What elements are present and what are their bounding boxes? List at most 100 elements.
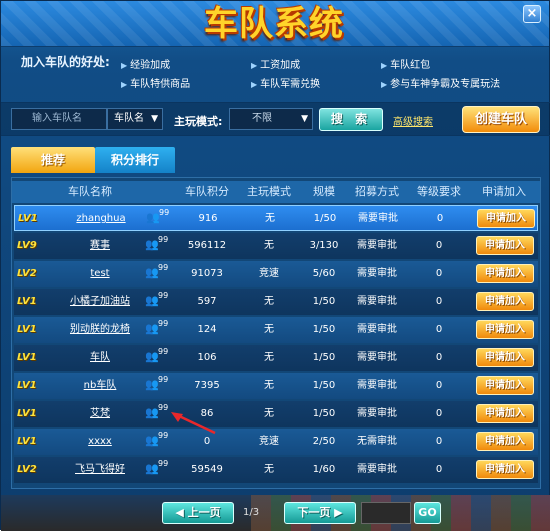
table-row[interactable]: LV1 车队 👥 99 106 无 1/50 需要审批 0 申请加入 [14,345,538,371]
team-name-link[interactable]: 小橘子加油站 [50,289,150,315]
table-row[interactable]: LV1 别动朕的龙椅 👥 99 124 无 1/50 需要审批 0 申请加入 [14,317,538,343]
chevron-right-icon: ▶ [330,506,343,519]
apply-join-button[interactable]: 申请加入 [476,404,534,423]
prev-page-button[interactable]: ◀ 上一页 [162,502,234,524]
bullet-icon: ▶ [121,61,128,70]
team-name-link[interactable]: 飞马飞得好 [50,457,150,483]
table-row[interactable]: LV2 test 👥 99 91073 竞速 5/60 需要审批 0 申请加入 [14,261,538,287]
team-mode: 无 [264,324,274,335]
team-name-link[interactable]: 别动朕的龙椅 [50,317,150,343]
team-recruit: 需要审批 [357,240,397,251]
level-badge: LV1 [17,352,37,363]
table-row[interactable]: LV9 赛事 👥 99 596112 无 3/130 需要审批 0 申请加入 [14,233,538,259]
table-row[interactable]: LV1 小橘子加油站 👥 99 597 无 1/50 需要审批 0 申请加入 [14,289,538,315]
team-recruit: 需要审批 [357,408,397,419]
bullet-icon: ▶ [381,61,388,70]
team-recruit: 需要审批 [357,296,397,307]
members-icon: 👥 [145,406,159,419]
apply-join-button[interactable]: 申请加入 [477,209,535,228]
table-row[interactable]: LV1 zhanghua 👥 99 916 无 1/50 需要审批 0 申请加入 [14,205,538,231]
table-row[interactable]: LV1 xxxx 👥 99 0 竞速 2/50 无需审批 0 申请加入 [14,429,538,455]
level-badge: LV1 [17,436,37,447]
bullet-icon: ▶ [121,80,128,89]
team-level-req: 0 [435,464,443,475]
apply-join-button[interactable]: 申请加入 [476,432,534,451]
team-name-link[interactable]: 车队 [50,345,150,371]
level-badge: LV1 [17,408,37,419]
team-recruit: 需要审批 [357,268,397,279]
level-badge: LV9 [17,240,37,251]
team-score: 124 [197,324,217,335]
header-scale: 规模 [313,185,335,198]
apply-join-button[interactable]: 申请加入 [476,292,534,311]
team-score: 596112 [187,240,227,251]
member-badge: 99 [158,431,169,440]
team-system-panel: 车队系统 × 加入车队的好处: ▶ 经验加成 ▶ 工资加成 ▶ 车队红包 ▶ 车队特供商… [0,0,550,531]
team-mode: 无 [264,296,274,307]
team-scale: 1/60 [312,464,336,475]
mode-select[interactable]: 不限 ▼ [229,108,313,130]
team-name-link[interactable]: xxxx [50,429,150,455]
annotation-arrow-icon [171,412,216,435]
team-score: 106 [197,352,217,363]
team-name-link[interactable]: 赛事 [50,233,150,259]
bullet-icon: ▶ [251,61,258,70]
apply-join-button[interactable]: 申请加入 [476,376,534,395]
mode-label: 主玩模式: [174,115,223,128]
page-jump-input[interactable] [361,502,411,524]
team-name-input[interactable]: 输入车队名 [11,108,107,130]
next-page-button[interactable]: 下一页 ▶ [284,502,356,524]
team-score: 7395 [194,380,220,391]
level-badge: LV1 [17,324,37,335]
apply-join-button[interactable]: 申请加入 [476,236,534,255]
level-badge: LV1 [17,380,37,391]
header-apply: 申请加入 [482,185,526,198]
advanced-search-link[interactable]: 高级搜索 [393,113,433,128]
team-score: 91073 [191,268,223,279]
benefit-redpacket: ▶ 车队红包 [381,60,431,71]
team-score: 916 [198,213,218,224]
search-button[interactable]: 搜 索 [319,108,383,131]
benefit-exp: ▶ 经验加成 [121,60,171,71]
team-name-link[interactable]: 艾梵 [50,401,150,427]
level-badge: LV2 [17,268,37,279]
members-icon: 👥 [145,378,159,391]
member-badge: 99 [159,208,170,217]
apply-join-button[interactable]: 申请加入 [476,320,534,339]
search-type-select[interactable]: 车队名 ▼ [107,108,163,130]
apply-join-button[interactable]: 申请加入 [476,264,534,283]
team-name-link[interactable]: zhanghua [51,206,151,232]
page-title: 车队系统 [204,4,344,44]
level-badge: LV2 [17,464,37,475]
table-row[interactable]: LV1 艾梵 👥 99 86 无 1/50 需要审批 0 申请加入 [14,401,538,427]
benefit-salary: ▶ 工资加成 [251,60,301,71]
go-button[interactable]: GO [414,502,441,524]
tab-rank[interactable]: 积分排行 [95,147,175,173]
apply-join-button[interactable]: 申请加入 [476,460,534,479]
team-recruit: 需要审批 [357,352,397,363]
team-scale: 1/50 [312,324,336,335]
benefit-exchange: ▶ 车队军需兑换 [251,79,321,90]
table-row[interactable]: LV1 nb车队 👥 99 7395 无 1/50 需要审批 0 申请加入 [14,373,538,399]
members-icon: 👥 [146,211,160,224]
team-scale: 5/60 [312,268,336,279]
team-mode: 无 [264,240,274,251]
tab-recommend[interactable]: 推荐 [11,147,95,173]
apply-join-button[interactable]: 申请加入 [476,348,534,367]
benefits-section: 加入车队的好处: ▶ 经验加成 ▶ 工资加成 ▶ 车队红包 ▶ 车队特供商品 ▶ 车队军需… [21,53,541,95]
member-badge: 99 [158,291,169,300]
team-name-link[interactable]: test [50,261,150,287]
benefit-contest: ▶ 参与车神争霸及专属玩法 [381,79,501,90]
header-team-name: 车队名称 [68,185,112,198]
team-level-req: 0 [435,436,443,447]
team-recruit: 需要审批 [357,324,397,335]
create-team-button[interactable]: 创建车队 [462,106,540,133]
close-button[interactable]: × [523,5,541,23]
table-row[interactable]: LV2 飞马飞得好 👥 99 59549 无 1/60 需要审批 0 申请加入 [14,457,538,483]
team-name-link[interactable]: nb车队 [50,373,150,399]
member-badge: 99 [158,375,169,384]
level-badge: LV1 [17,296,37,307]
team-scale: 1/50 [313,213,337,224]
team-score: 59549 [191,464,223,475]
team-mode: 无 [264,408,274,419]
